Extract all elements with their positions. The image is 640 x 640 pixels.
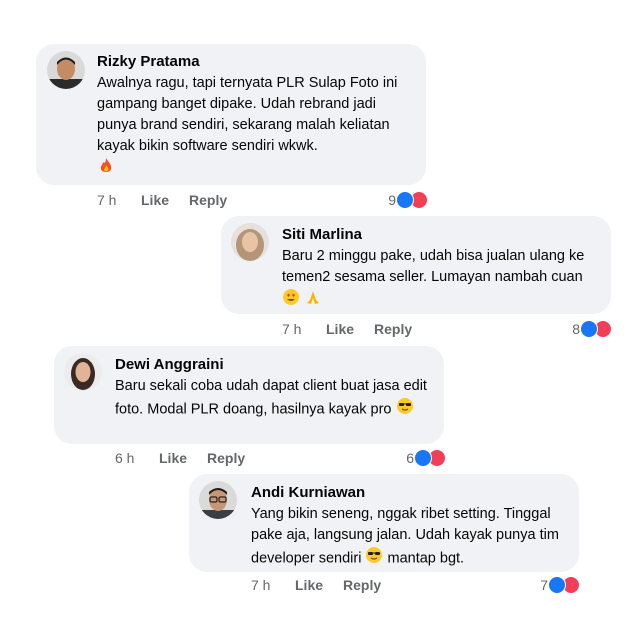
comment-author[interactable]: Rizky Pratama: [97, 53, 200, 71]
reaction-summary[interactable]: 9: [370, 191, 428, 209]
reaction-summary[interactable]: 6: [388, 449, 446, 467]
reply-button[interactable]: Reply: [189, 192, 227, 208]
comment-text: Awalnya ragu, tapi ternyata PLR Sulap Fo…: [97, 73, 417, 182]
fire-emoji-icon: [97, 157, 115, 182]
like-button[interactable]: Like: [159, 450, 187, 466]
avatar-man-glasses-icon: [199, 481, 237, 519]
reaction-count: 7: [540, 577, 548, 593]
reaction-count: 8: [572, 321, 580, 337]
avatar-man-short-hair-icon: [47, 51, 85, 89]
like-reaction-icon: [414, 449, 432, 467]
comment-time[interactable]: 6 h: [115, 450, 134, 466]
comment-time[interactable]: 7 h: [251, 577, 270, 593]
comment-meta: 7 h Like Reply: [282, 321, 442, 339]
comment-meta: 7 h Like Reply: [251, 577, 411, 595]
reply-button[interactable]: Reply: [207, 450, 245, 466]
like-reaction-icon: [580, 320, 598, 338]
avatar[interactable]: [64, 353, 102, 391]
like-button[interactable]: Like: [141, 192, 169, 208]
comment-meta: 6 h Like Reply: [115, 450, 275, 468]
comment-author[interactable]: Dewi Anggraini: [115, 356, 224, 374]
like-reaction-icon: [396, 191, 414, 209]
comment-author[interactable]: Andi Kurniawan: [251, 484, 365, 502]
avatar[interactable]: [199, 481, 237, 519]
comment-meta: 7 h Like Reply: [97, 192, 257, 210]
comment-text: Baru sekali coba udah dapat client buat …: [115, 376, 435, 422]
reply-button[interactable]: Reply: [343, 577, 381, 593]
reaction-count: 6: [406, 450, 414, 466]
comment-text: Yang bikin seneng, nggak ribet setting. …: [251, 504, 571, 571]
comment-time[interactable]: 7 h: [97, 192, 116, 208]
like-button[interactable]: Like: [295, 577, 323, 593]
sunglasses-emoji-icon: [365, 546, 383, 571]
reaction-summary[interactable]: 8: [554, 320, 612, 338]
avatar[interactable]: [231, 223, 269, 261]
reaction-summary[interactable]: 7: [522, 576, 580, 594]
sunglasses-emoji-icon: [396, 397, 414, 422]
heart-eyes-emoji-icon: [282, 288, 300, 313]
avatar-woman-dark-hair-icon: [64, 353, 102, 391]
comment-body-end: mantap bgt.: [387, 550, 465, 567]
comment-body: Baru sekali coba udah dapat client buat …: [115, 378, 427, 418]
comment-author[interactable]: Siti Marlina: [282, 226, 362, 244]
like-reaction-icon: [548, 576, 566, 594]
comment-body: Baru 2 minggu pake, udah bisa jualan ula…: [282, 248, 585, 285]
comment-time[interactable]: 7 h: [282, 321, 301, 337]
reaction-count: 9: [388, 192, 396, 208]
pray-emoji-icon: [304, 288, 322, 313]
avatar-woman-hijab-icon: [231, 223, 269, 261]
avatar[interactable]: [47, 51, 85, 89]
reply-button[interactable]: Reply: [374, 321, 412, 337]
comment-body: Awalnya ragu, tapi ternyata PLR Sulap Fo…: [97, 75, 398, 154]
like-button[interactable]: Like: [326, 321, 354, 337]
comment-text: Baru 2 minggu pake, udah bisa jualan ula…: [282, 246, 602, 313]
